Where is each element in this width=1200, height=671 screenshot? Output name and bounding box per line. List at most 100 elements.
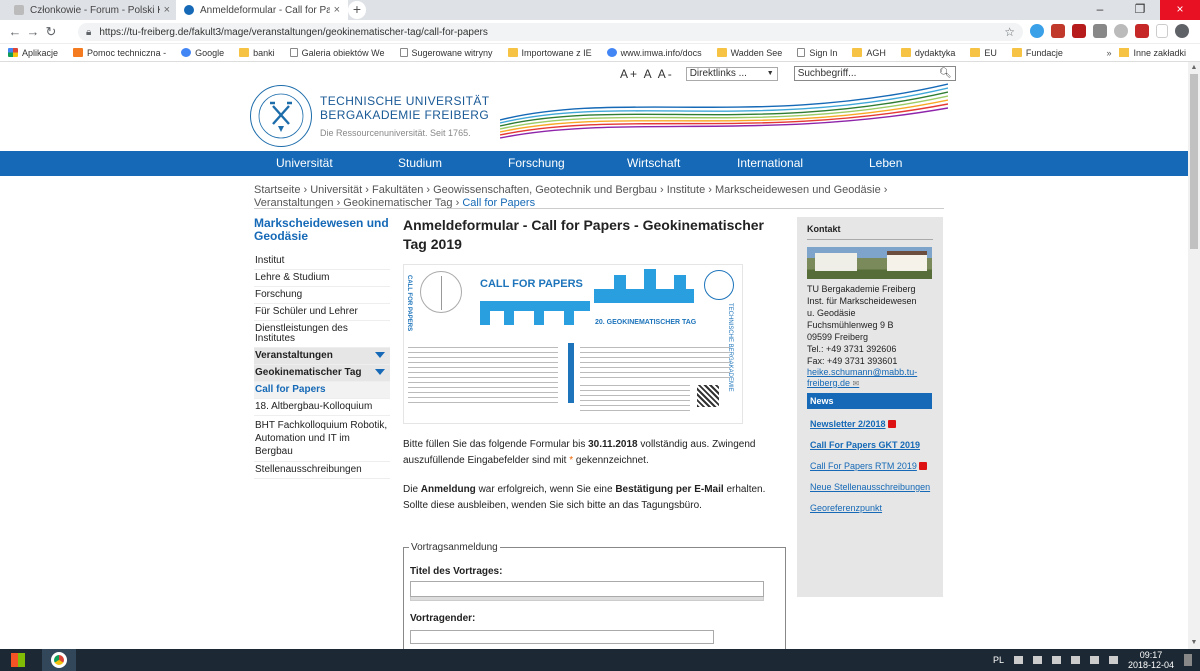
- search-input[interactable]: Suchbegriff... 🔍︎: [793, 66, 956, 81]
- bookmark-item[interactable]: Aplikacje: [8, 48, 58, 58]
- sidenav-item[interactable]: Institut: [254, 253, 390, 270]
- poster-bar: [644, 269, 656, 289]
- windows-start-icon[interactable]: [0, 649, 36, 671]
- circle-extension-icon[interactable]: [1114, 24, 1128, 38]
- poster-text-block: [408, 347, 558, 407]
- m-extension-icon[interactable]: [1135, 24, 1149, 38]
- sidenav-item[interactable]: Veranstaltungen: [254, 348, 390, 365]
- address-bar[interactable]: 🔒︎ https://tu-freiberg.de/fakult3/mage/v…: [78, 23, 1023, 41]
- close-window-icon[interactable]: ×: [1160, 0, 1200, 20]
- search-icon[interactable]: 🔍︎: [939, 68, 952, 79]
- bookmark-item[interactable]: www.imwa.info/docs: [606, 48, 702, 58]
- poster-bar: [480, 311, 490, 325]
- resize-grip[interactable]: [410, 597, 764, 601]
- language-indicator[interactable]: PL: [993, 655, 1004, 665]
- clock[interactable]: 09:17 2018-12-04: [1128, 650, 1174, 670]
- font-size-controls[interactable]: A+ A A-: [620, 67, 674, 81]
- nav-universitaet[interactable]: Universität: [276, 151, 333, 176]
- forward-icon[interactable]: →: [24, 24, 42, 39]
- nav-forschung[interactable]: Forschung: [508, 151, 565, 176]
- menu-kebab-icon[interactable]: ⋮: [1196, 24, 1200, 38]
- flag-icon[interactable]: [1032, 656, 1042, 664]
- bookmark-item[interactable]: Wadden See: [716, 48, 782, 58]
- side-navigation: Markscheidewesen und Geodäsie Institut Le…: [254, 217, 390, 479]
- vortragender-label: Vortragender:: [410, 613, 476, 624]
- news-link[interactable]: Newsletter 2/2018: [807, 418, 935, 430]
- news-link[interactable]: Call For Papers GKT 2019: [807, 439, 935, 451]
- titel-label: Titel des Vortrages:: [410, 566, 503, 577]
- news-link[interactable]: Neue Stellenausschreibungen: [807, 481, 935, 493]
- volume-icon[interactable]: [1070, 656, 1080, 664]
- tab-forum[interactable]: Członkowie - Forum - Polski Kon ×: [6, 0, 178, 20]
- news-link[interactable]: Georeferenzpunkt: [807, 502, 935, 514]
- tray-app-icon[interactable]: [1089, 656, 1099, 664]
- expand-triangle-icon[interactable]: [375, 369, 385, 375]
- nav-studium[interactable]: Studium: [398, 151, 442, 176]
- bookmark-item[interactable]: Importowane z IE: [507, 48, 592, 58]
- sidenav-item[interactable]: Für Schüler und Lehrer: [254, 304, 390, 321]
- contact-email-link[interactable]: heike.schumann@mabb.tu-freiberg.de ✉: [807, 367, 935, 389]
- news-link[interactable]: Call For Papers RTM 2019: [807, 460, 935, 472]
- close-tab-icon[interactable]: ×: [334, 4, 340, 16]
- sidenav-item[interactable]: Forschung: [254, 287, 390, 304]
- network-icon[interactable]: [1013, 656, 1023, 664]
- chrome-taskbar-icon[interactable]: [42, 649, 76, 671]
- bookmark-item[interactable]: banki: [239, 48, 275, 58]
- contact-title: Kontakt: [807, 224, 933, 240]
- pdf-extension-icon[interactable]: [1072, 24, 1086, 38]
- nav-international[interactable]: International: [737, 151, 803, 176]
- direktlinks-select[interactable]: Direktlinks ... ▼: [685, 66, 778, 81]
- bookmarks-overflow-icon[interactable]: »: [1106, 48, 1111, 58]
- maximize-icon[interactable]: ❐: [1120, 0, 1160, 20]
- scroll-up-icon[interactable]: ▲: [1188, 62, 1200, 74]
- close-tab-icon[interactable]: ×: [164, 4, 170, 16]
- bookmark-item[interactable]: Sugerowane witryny: [399, 48, 493, 58]
- sidenav-item[interactable]: Call for Papers: [254, 382, 390, 399]
- notifications-icon[interactable]: [1184, 654, 1192, 666]
- new-tab-button[interactable]: +: [348, 1, 366, 19]
- bookmark-item[interactable]: Google: [181, 48, 224, 58]
- scroll-down-icon[interactable]: ▼: [1188, 637, 1200, 649]
- bookmark-item[interactable]: Galeria obiektów We: [289, 48, 385, 58]
- cloud-extension-icon[interactable]: [1030, 24, 1044, 38]
- bookmark-item[interactable]: dydaktyka: [900, 48, 955, 58]
- minimize-icon[interactable]: –: [1080, 0, 1120, 20]
- poster-text-block: [580, 347, 730, 381]
- battery-icon[interactable]: [1051, 656, 1061, 664]
- nav-wirtschaft[interactable]: Wirtschaft: [627, 151, 680, 176]
- university-logo[interactable]: TECHNISCHE UNIVERSITÄT BERGAKADEMIE FREI…: [250, 85, 489, 147]
- pdf-icon: [918, 462, 927, 470]
- sidenav-item[interactable]: Geokinematischer Tag: [254, 365, 390, 382]
- bookmark-item[interactable]: Pomoc techniczna -: [73, 48, 166, 58]
- sidenav-item[interactable]: Stellenausschreibungen: [254, 462, 390, 479]
- scrollbar-thumb[interactable]: [1190, 74, 1198, 249]
- bookmark-item[interactable]: Sign In: [797, 48, 837, 58]
- other-bookmarks[interactable]: Inne zakładki: [1119, 48, 1186, 58]
- bookmark-star-icon[interactable]: ☆: [1004, 25, 1015, 39]
- page-scrollbar[interactable]: ▲ ▼: [1188, 62, 1200, 649]
- profile-avatar-icon[interactable]: [1175, 24, 1189, 38]
- sidenav-item[interactable]: BHT Fachkolloquium Robotik, Automation u…: [254, 416, 390, 462]
- sidenav-item[interactable]: Lehre & Studium: [254, 270, 390, 287]
- folder-icon: [1119, 48, 1130, 57]
- vortragender-input[interactable]: [410, 630, 714, 644]
- expand-triangle-icon[interactable]: [375, 352, 385, 358]
- tab-strip: Członkowie - Forum - Polski Kon × Anmeld…: [0, 0, 1200, 20]
- page-title: Anmeldeformular - Call for Papers - Geok…: [403, 217, 764, 252]
- reload-icon[interactable]: ↻: [42, 24, 60, 40]
- sidenav-item[interactable]: 18. Altbergbau-Kolloquium: [254, 399, 390, 416]
- sidenav-item[interactable]: Dienstleistungen des Institutes: [254, 321, 390, 348]
- back-icon[interactable]: ←: [6, 24, 24, 39]
- bookmark-item[interactable]: EU: [970, 48, 997, 58]
- bookmark-item[interactable]: Fundacje: [1011, 48, 1063, 58]
- bookmark-item[interactable]: AGH: [852, 48, 886, 58]
- shield-extension-icon[interactable]: [1051, 24, 1065, 38]
- globe-icon: [606, 48, 617, 57]
- titel-textarea[interactable]: [410, 581, 764, 597]
- sidenav-title[interactable]: Markscheidewesen und Geodäsie: [254, 217, 390, 243]
- page-icon: [399, 48, 408, 57]
- doc-extension-icon[interactable]: [1093, 24, 1107, 38]
- nav-leben[interactable]: Leben: [869, 151, 902, 176]
- tray-app-icon[interactable]: [1108, 656, 1118, 664]
- tab-anmeldeformular[interactable]: Anmeldeformular - Call for Paper ×: [176, 0, 348, 20]
